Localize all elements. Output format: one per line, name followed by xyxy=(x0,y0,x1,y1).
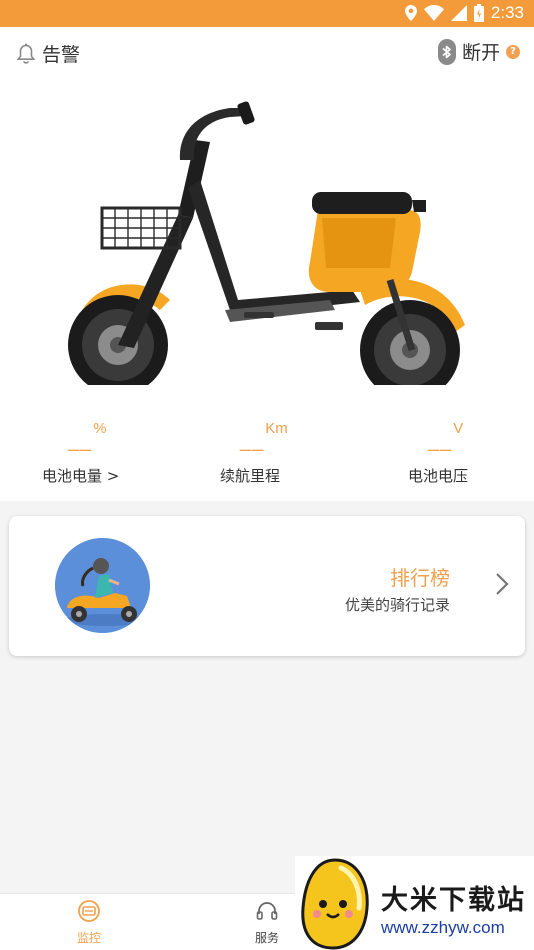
battery-level-link[interactable]: 电池电量 > xyxy=(42,465,119,486)
bluetooth-label: 断开 xyxy=(461,42,500,64)
ranking-title: 排行榜 xyxy=(390,566,450,590)
battery-level-value: __% xyxy=(68,420,107,452)
watermark-logo xyxy=(301,858,369,950)
chevron-right-icon xyxy=(496,573,509,595)
bluetooth-icon xyxy=(437,38,456,65)
alarm-label: 告警 xyxy=(42,44,81,66)
watermark: 大米下载站 www.zzhyw.com xyxy=(295,856,534,950)
question-icon[interactable]: ? xyxy=(506,44,520,59)
scooter-image xyxy=(68,101,465,385)
voltage-value: __V xyxy=(428,420,464,452)
tab-service[interactable]: 服务 xyxy=(232,900,302,946)
voltage-label: 电池电压 xyxy=(408,467,469,485)
watermark-url: www.zzhyw.com xyxy=(381,918,505,937)
tab-monitor-label: 监控 xyxy=(76,931,101,945)
range-value: __Km xyxy=(240,420,288,452)
battery-icon xyxy=(473,4,484,22)
ranking-card[interactable]: 排行榜 优美的骑行记录 xyxy=(9,516,525,656)
bluetooth-status-button[interactable]: 断开 ? xyxy=(437,38,520,65)
vehicle-panel: 告警 断开 ? __% 电池电量 > __Km 续航里程 __V 电池电压 xyxy=(0,27,534,501)
wifi-icon xyxy=(423,5,444,21)
tab-service-label: 服务 xyxy=(254,931,279,945)
rider-avatar xyxy=(55,538,150,633)
ranking-subtitle: 优美的骑行记录 xyxy=(344,596,450,614)
bell-icon xyxy=(16,43,36,64)
signal-icon xyxy=(450,5,467,21)
status-time: 2:33 xyxy=(490,3,524,22)
alarm-button[interactable]: 告警 xyxy=(16,40,80,67)
status-bar: 2:33 xyxy=(0,0,534,27)
tab-monitor[interactable]: 监控 xyxy=(54,900,124,946)
status-icons: 2:33 xyxy=(404,3,524,23)
watermark-title: 大米下载站 xyxy=(381,885,526,916)
monitor-icon xyxy=(78,900,100,922)
location-icon xyxy=(404,5,417,21)
range-label: 续航里程 xyxy=(220,467,281,485)
headset-icon xyxy=(256,902,278,920)
